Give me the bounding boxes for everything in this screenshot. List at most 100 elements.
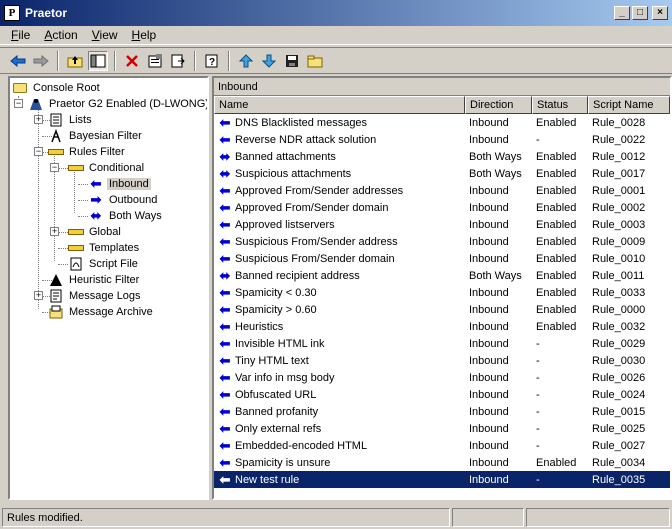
- table-row[interactable]: ⬅ Banned profanity Inbound - Rule_0015: [214, 403, 670, 420]
- table-row[interactable]: ⬌ Banned attachments Both Ways Enabled Rule_…: [214, 148, 670, 165]
- rule-name: Spamicity > 0.60: [235, 303, 317, 316]
- rule-name: DNS Blacklisted messages: [235, 116, 368, 129]
- menu-view[interactable]: View: [85, 28, 125, 42]
- new-folder-icon[interactable]: [305, 51, 325, 71]
- both-arrow-icon: ⬌: [219, 165, 231, 181]
- tree-item-heuristic-filter[interactable]: Heuristic Filter: [48, 272, 141, 288]
- rule-direction: Inbound: [469, 235, 509, 248]
- tree-item-message-archive[interactable]: Message Archive: [48, 304, 155, 320]
- move-down-icon[interactable]: [259, 51, 279, 71]
- table-row[interactable]: ⬅ DNS Blacklisted messages Inbound Enabled R…: [214, 114, 670, 131]
- table-row[interactable]: ⬅ Embedded-encoded HTML Inbound - Rule_0027: [214, 437, 670, 454]
- rule-script-name: Rule_0029: [592, 337, 646, 350]
- back-arrow-icon[interactable]: [8, 51, 28, 71]
- rule-status: Enabled: [536, 150, 577, 163]
- tree-item-both-ways[interactable]: ⬌ Both Ways: [88, 208, 164, 224]
- table-row[interactable]: ⬅ Only external refs Inbound - Rule_0025: [214, 420, 670, 437]
- properties-icon[interactable]: [145, 51, 165, 71]
- rule-status: Enabled: [536, 116, 577, 129]
- tree-item-inbound[interactable]: ⬅ Inbound: [88, 176, 151, 192]
- tree-item-server[interactable]: Praetor G2 Enabled (D-LWONG): [28, 96, 209, 112]
- move-up-icon[interactable]: [236, 51, 256, 71]
- table-row[interactable]: ⬅ Spamicity is unsure Inbound Enabled Rule_0…: [214, 454, 670, 471]
- rule-direction: Inbound: [469, 218, 509, 231]
- maximize-button[interactable]: □: [632, 6, 648, 20]
- console-tree[interactable]: Console Root − Praetor G2 Enabled (D-LWO…: [8, 76, 209, 500]
- rule-script-name: Rule_0017: [592, 167, 646, 180]
- help-icon[interactable]: ?: [202, 51, 222, 71]
- table-row[interactable]: ⬅ Approved listservers Inbound Enabled Rule_…: [214, 216, 670, 233]
- tree-item-label: Conditional: [89, 162, 145, 174]
- tree-item-console-root[interactable]: Console Root: [12, 80, 102, 96]
- menu-file[interactable]: File: [4, 28, 37, 42]
- table-row[interactable]: ⬅ Tiny HTML text Inbound - Rule_0030: [214, 352, 670, 369]
- tree-item-rules-filter[interactable]: Rules Filter: [48, 144, 127, 160]
- rule-script-name: Rule_0003: [592, 218, 646, 231]
- tree-item-outbound[interactable]: ➡ Outbound: [88, 192, 159, 208]
- rule-status: -: [536, 405, 540, 418]
- table-row[interactable]: ⬅ Obfuscated URL Inbound - Rule_0024: [214, 386, 670, 403]
- table-row[interactable]: ⬅ Approved From/Sender addresses Inbound En…: [214, 182, 670, 199]
- status-pane: [452, 508, 524, 527]
- forward-arrow-icon[interactable]: [31, 51, 51, 71]
- rule-status: -: [536, 422, 540, 435]
- rule-status: -: [536, 388, 540, 401]
- table-row[interactable]: ⬅ Suspicious From/Sender address Inbound En…: [214, 233, 670, 250]
- tree-item-label: Templates: [89, 242, 140, 254]
- save-icon[interactable]: [282, 51, 302, 71]
- table-row[interactable]: ⬅ Spamicity > 0.60 Inbound Enabled Rule_0000: [214, 301, 670, 318]
- tree-item-script-file[interactable]: Script File: [68, 256, 140, 272]
- left-arrow-icon: ⬅: [219, 386, 231, 402]
- delete-icon[interactable]: [122, 51, 142, 71]
- table-row[interactable]: ⬅ Heuristics Inbound Enabled Rule_0032: [214, 318, 670, 335]
- column-header-name[interactable]: Name: [214, 96, 465, 114]
- table-row[interactable]: ⬅ New test rule Inbound - Rule_0035: [214, 471, 670, 488]
- column-header-status[interactable]: Status: [532, 96, 588, 114]
- tree-item-lists[interactable]: Lists: [48, 112, 94, 128]
- rule-name: Heuristics: [235, 320, 284, 333]
- table-row[interactable]: ⬅ Reverse NDR attack solution Inbound - Rule…: [214, 131, 670, 148]
- collapse-toggle[interactable]: −: [34, 147, 43, 156]
- log-icon: [48, 289, 64, 303]
- expand-toggle[interactable]: +: [34, 115, 43, 124]
- rule-name: Banned recipient address: [235, 269, 360, 282]
- tree-item-global[interactable]: Global: [68, 224, 123, 240]
- tree-item-message-logs[interactable]: Message Logs: [48, 288, 143, 304]
- tree-item-label: Praetor G2 Enabled (D-LWONG): [49, 98, 209, 110]
- show-tree-icon[interactable]: [88, 50, 108, 71]
- expand-toggle[interactable]: +: [50, 227, 59, 236]
- table-row[interactable]: ⬅ Spamicity < 0.30 Inbound Enabled Rule_0033: [214, 284, 670, 301]
- table-row[interactable]: ⬌ Suspicious attachments Both Ways Enabled R…: [214, 165, 670, 182]
- rule-direction: Inbound: [469, 422, 509, 435]
- export-icon[interactable]: [168, 51, 188, 71]
- rule-script-name: Rule_0022: [592, 133, 646, 146]
- column-header-direction[interactable]: Direction: [465, 96, 532, 114]
- collapse-toggle[interactable]: −: [14, 99, 23, 108]
- tree-item-bayesian-filter[interactable]: Bayesian Filter: [48, 128, 144, 144]
- left-arrow-icon: ⬅: [90, 176, 102, 191]
- menu-help[interactable]: Help: [125, 28, 164, 42]
- table-row[interactable]: ⬌ Banned recipient address Both Ways Enable…: [214, 267, 670, 284]
- minimize-button[interactable]: _: [614, 6, 630, 20]
- menu-action[interactable]: Action: [37, 28, 84, 42]
- table-row[interactable]: ⬅ Var info in msg body Inbound - Rule_0026: [214, 369, 670, 386]
- rule-script-name: Rule_0000: [592, 303, 646, 316]
- left-arrow-icon: ⬅: [219, 199, 231, 215]
- tree-item-conditional[interactable]: Conditional: [68, 160, 146, 176]
- column-headers: Name Direction Status Script Name: [214, 96, 670, 114]
- title-bar[interactable]: P Praetor _ □ ×: [0, 0, 672, 26]
- table-row[interactable]: ⬅ Suspicious From/Sender domain Inbound Ena…: [214, 250, 670, 267]
- table-row[interactable]: ⬅ Approved From/Sender domain Inbound Enabl…: [214, 199, 670, 216]
- rule-script-name: Rule_0011: [592, 269, 645, 282]
- up-folder-icon[interactable]: [65, 51, 85, 71]
- app-icon: P: [4, 5, 20, 21]
- rule-name: Spamicity < 0.30: [235, 286, 317, 299]
- collapse-toggle[interactable]: −: [50, 163, 59, 172]
- toolbar-separator: [228, 50, 230, 71]
- expand-toggle[interactable]: +: [34, 291, 43, 300]
- close-button[interactable]: ×: [652, 6, 668, 20]
- rule-direction: Both Ways: [469, 269, 522, 282]
- column-header-script-name[interactable]: Script Name: [588, 96, 670, 114]
- table-row[interactable]: ⬅ Invisible HTML ink Inbound - Rule_0029: [214, 335, 670, 352]
- tree-item-templates[interactable]: Templates: [68, 240, 141, 256]
